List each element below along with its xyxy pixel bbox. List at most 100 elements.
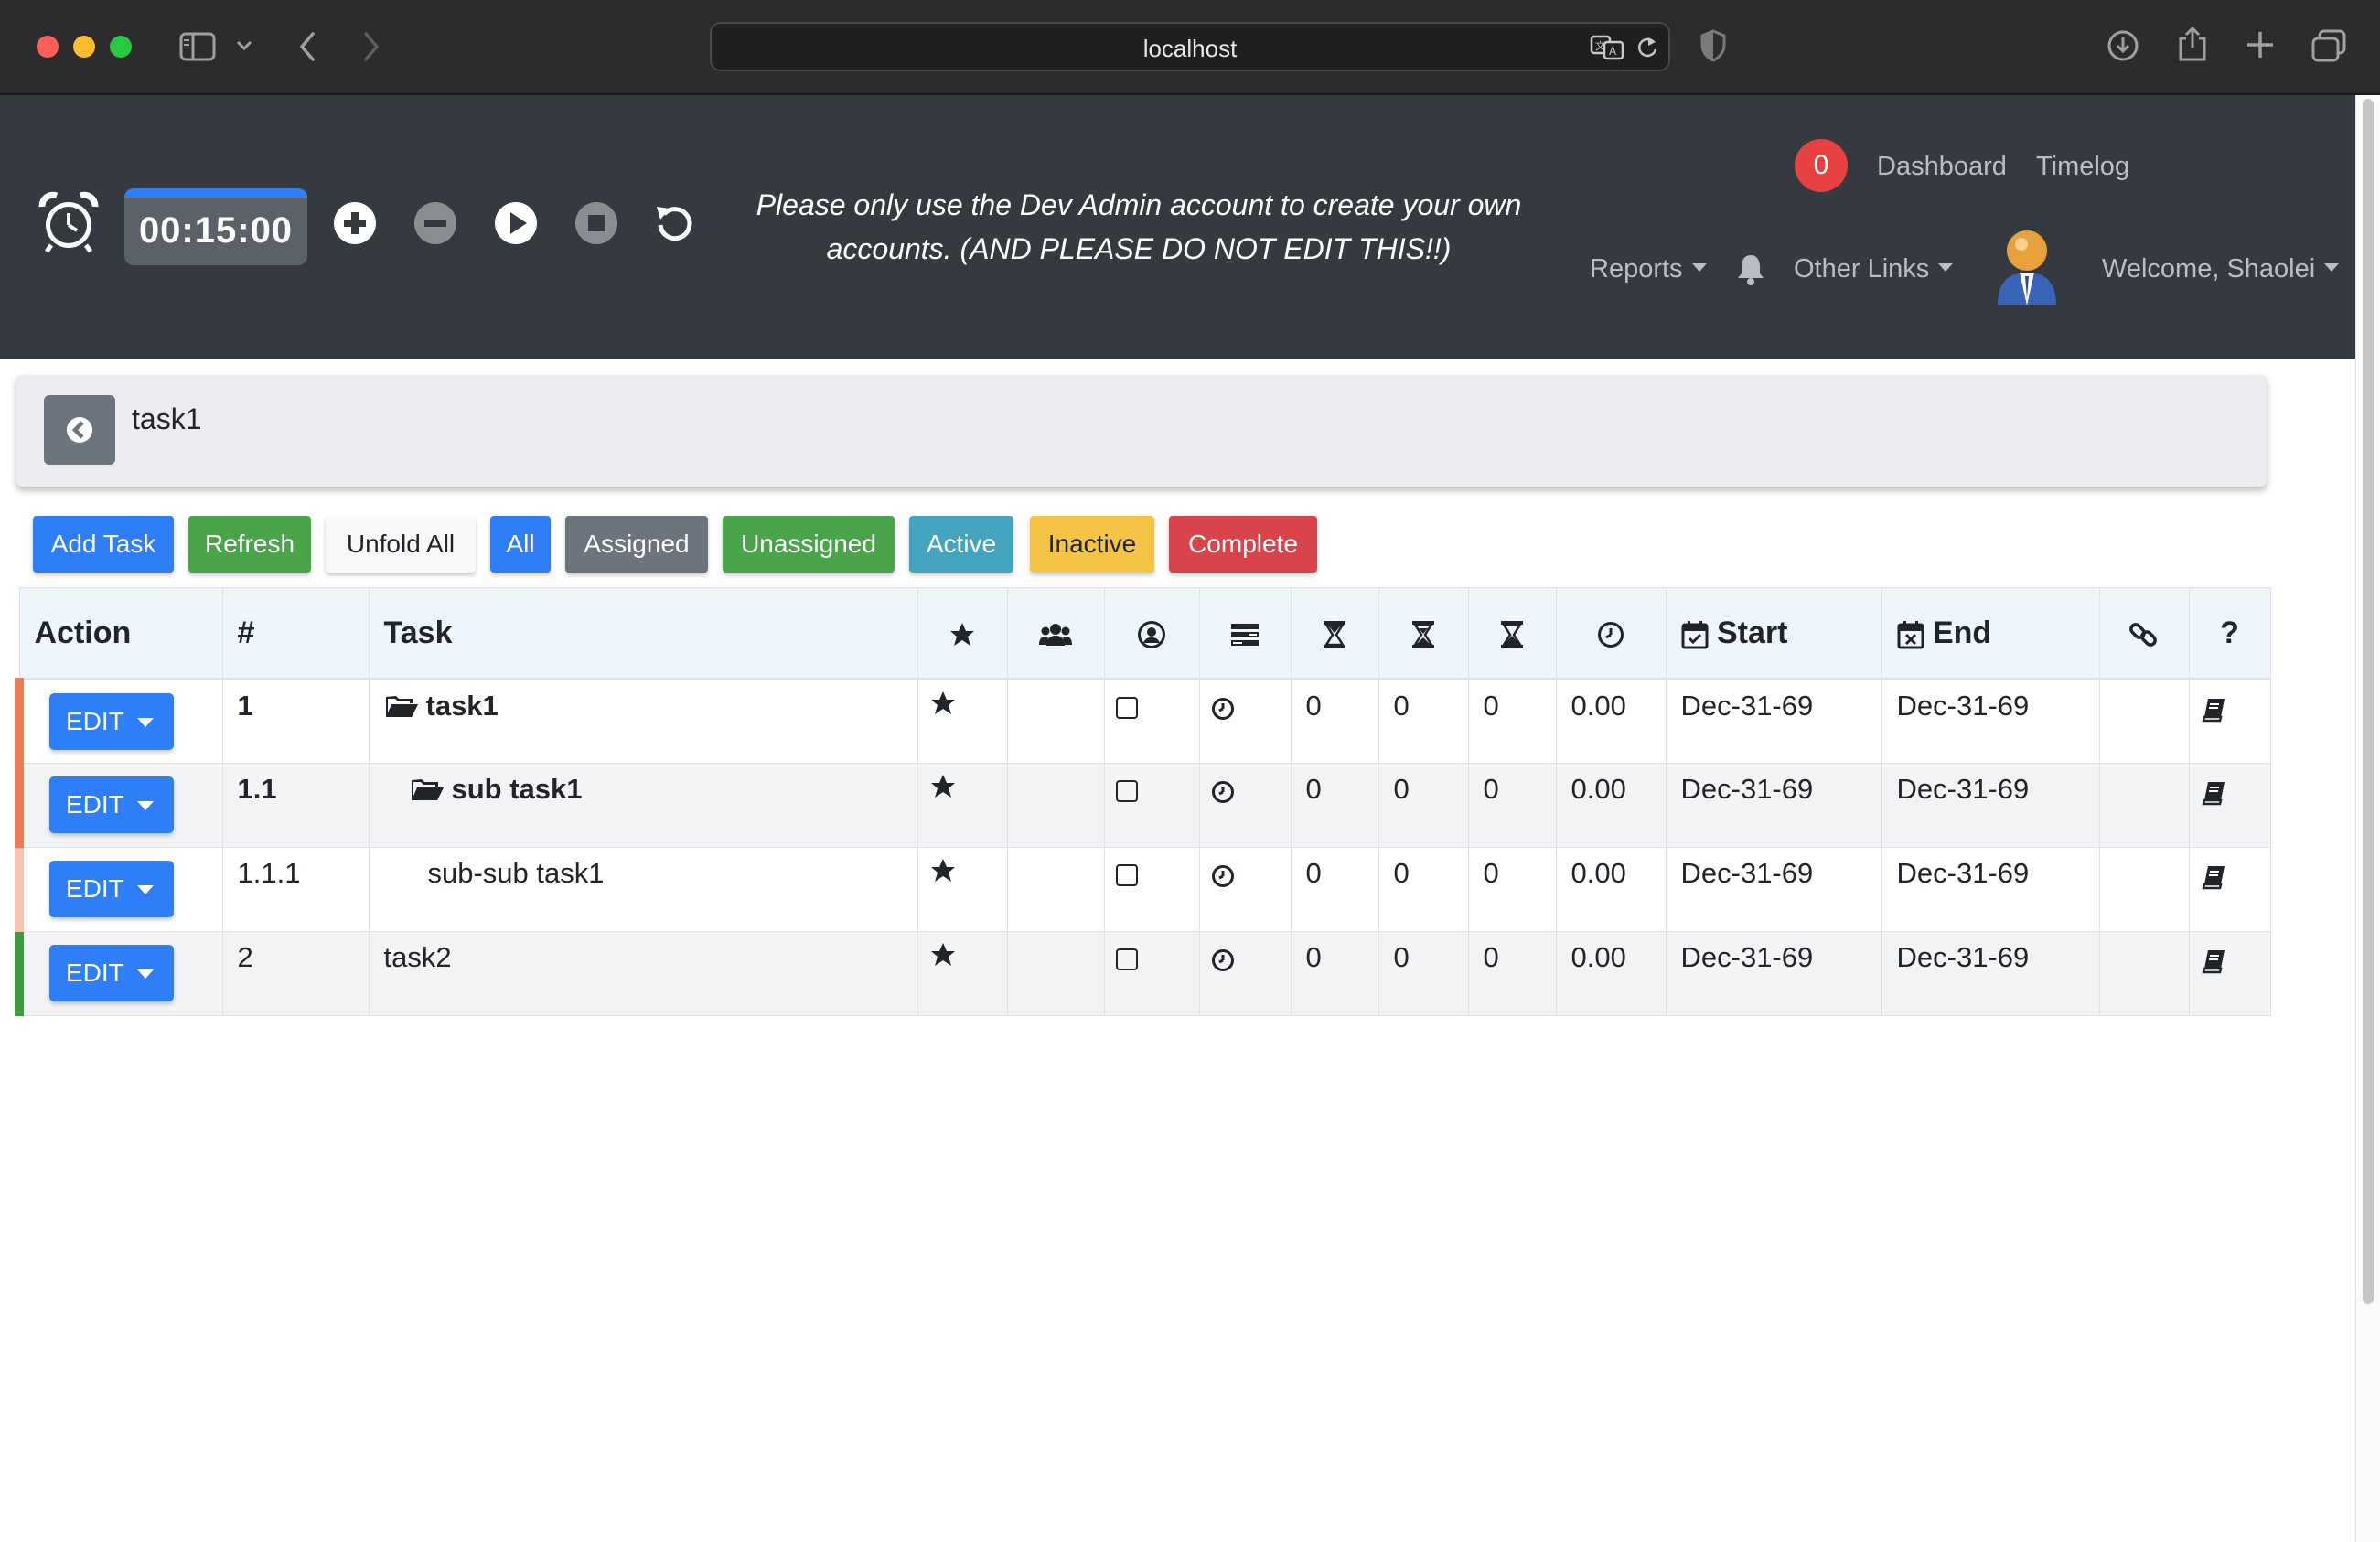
header-time[interactable]	[1555, 587, 1667, 680]
caret-down-icon	[1938, 262, 1954, 272]
filter-unassigned-button[interactable]: Unassigned	[723, 516, 895, 573]
priority-cell[interactable]	[917, 847, 1008, 932]
assigned-checkbox[interactable]	[1115, 948, 1138, 970]
nav-dropdown-other-links[interactable]: Other Links	[1794, 254, 1954, 284]
bell-icon[interactable]	[1736, 252, 1765, 285]
task-name: task1	[425, 690, 499, 722]
add-time-button[interactable]	[333, 201, 377, 245]
forward-arrow-icon[interactable]	[362, 31, 381, 62]
reset-timer-button[interactable]	[653, 201, 697, 245]
edit-dropdown-button[interactable]: EDIT	[49, 861, 174, 917]
chevron-down-icon[interactable]	[236, 40, 252, 51]
hours-end-value: 0	[1467, 763, 1557, 848]
download-icon[interactable]	[2107, 29, 2139, 62]
filter-complete-button[interactable]: Complete	[1169, 516, 1317, 573]
new-tab-icon[interactable]	[2245, 29, 2276, 60]
shield-icon[interactable]	[1699, 29, 1727, 62]
table-row: EDIT 1 task1 0 0 0 0.00 Dec-31-69 Dec-31…	[15, 679, 2271, 764]
edit-dropdown-button[interactable]: EDIT	[49, 693, 174, 750]
assigned-checkbox[interactable]	[1115, 697, 1138, 719]
page-scrollbar[interactable]	[2355, 95, 2380, 1542]
add-task-button[interactable]: Add Task	[33, 516, 174, 573]
assigned-cell[interactable]	[1103, 931, 1200, 1016]
assigned-checkbox[interactable]	[1115, 864, 1138, 886]
header-task[interactable]: Task	[368, 587, 918, 680]
priority-cell[interactable]	[917, 679, 1008, 764]
task-name-cell[interactable]: sub task1	[368, 763, 918, 848]
edit-label: EDIT	[66, 958, 124, 987]
header-hours-half[interactable]	[1378, 587, 1469, 680]
edit-dropdown-button[interactable]: EDIT	[49, 776, 174, 833]
link-icon	[2129, 622, 2157, 647]
folder-open-icon[interactable]	[410, 776, 445, 802]
refresh-button[interactable]: Refresh	[188, 516, 311, 573]
assigned-cell[interactable]	[1103, 847, 1200, 932]
header-hours-end[interactable]	[1467, 587, 1557, 680]
close-window-button[interactable]	[37, 36, 59, 58]
header-resources[interactable]	[1006, 587, 1105, 680]
stop-timer-button[interactable]	[574, 201, 618, 245]
notes-cell[interactable]	[2188, 931, 2271, 1016]
sidebar-icon[interactable]	[179, 31, 216, 62]
header-assigned[interactable]	[1103, 587, 1200, 680]
user-menu-dropdown[interactable]: Welcome, Shaolei	[2102, 254, 2340, 284]
reports-label: Reports	[1590, 254, 1683, 284]
filter-active-button[interactable]: Active	[909, 516, 1013, 573]
assigned-cell[interactable]	[1103, 763, 1200, 848]
unfold-all-button[interactable]: Unfold All	[326, 516, 476, 573]
nav-link-dashboard[interactable]: Dashboard	[1877, 152, 2007, 182]
notes-cell[interactable]	[2188, 847, 2271, 932]
table-header-row: Action # Task Start End ?	[18, 587, 2271, 680]
header-hours-start[interactable]	[1290, 587, 1379, 680]
edit-dropdown-button[interactable]: EDIT	[49, 945, 174, 1001]
hours-half-value: 0	[1378, 931, 1469, 1016]
folder-open-icon[interactable]	[384, 693, 419, 719]
task-name-cell[interactable]: task1	[368, 679, 918, 764]
assigned-cell[interactable]	[1103, 679, 1200, 764]
share-icon[interactable]	[2177, 26, 2208, 62]
breadcrumb: task1	[16, 375, 2267, 487]
header-links[interactable]	[2098, 587, 2190, 680]
timer-cell[interactable]	[1198, 931, 1292, 1016]
task-name-cell[interactable]: task2	[368, 931, 918, 1016]
notes-cell[interactable]	[2188, 763, 2271, 848]
notes-cell[interactable]	[2188, 679, 2271, 764]
filter-all-button[interactable]: All	[490, 516, 551, 573]
timer-cell[interactable]	[1198, 847, 1292, 932]
filter-inactive-button[interactable]: Inactive	[1030, 516, 1154, 573]
nav-link-timelog[interactable]: Timelog	[2036, 152, 2129, 182]
play-timer-button[interactable]	[494, 201, 538, 245]
translate-icon[interactable]: 文A	[1590, 35, 1626, 60]
header-end[interactable]: End	[1881, 587, 2100, 680]
task-number: 1.1.1	[221, 847, 370, 932]
address-bar[interactable]: localhost 文A	[710, 22, 1670, 71]
filter-assigned-button[interactable]: Assigned	[565, 516, 708, 573]
subtract-time-button[interactable]	[413, 201, 457, 245]
header-tasks[interactable]	[1198, 587, 1292, 680]
avatar[interactable]	[1992, 225, 2062, 307]
header-help[interactable]: ?	[2188, 587, 2271, 680]
back-arrow-icon[interactable]	[298, 31, 316, 62]
timer-time: 00:15:00	[138, 210, 294, 251]
header-number[interactable]: #	[221, 587, 370, 680]
zoom-window-button[interactable]	[110, 36, 132, 58]
header-start[interactable]: Start	[1665, 587, 1882, 680]
task-name-cell[interactable]: sub-sub task1	[368, 847, 918, 932]
back-button[interactable]	[44, 395, 115, 465]
priority-cell[interactable]	[917, 931, 1008, 1016]
start-date: Dec-31-69	[1665, 679, 1882, 764]
scrollbar-thumb[interactable]	[2363, 99, 2374, 1304]
timer-cell[interactable]	[1198, 763, 1292, 848]
reload-icon[interactable]	[1635, 35, 1659, 60]
priority-cell[interactable]	[917, 763, 1008, 848]
minimize-window-button[interactable]	[73, 36, 95, 58]
status-cell: EDIT	[15, 847, 223, 932]
tab-overview-icon[interactable]	[2310, 29, 2347, 62]
assigned-checkbox[interactable]	[1115, 780, 1138, 802]
notification-count-badge[interactable]: 0	[1795, 139, 1848, 192]
nav-dropdown-reports[interactable]: Reports	[1590, 254, 1707, 284]
timer-cell[interactable]	[1198, 679, 1292, 764]
header-priority[interactable]	[917, 587, 1008, 680]
links-cell	[2098, 931, 2190, 1016]
resources-cell	[1006, 931, 1105, 1016]
